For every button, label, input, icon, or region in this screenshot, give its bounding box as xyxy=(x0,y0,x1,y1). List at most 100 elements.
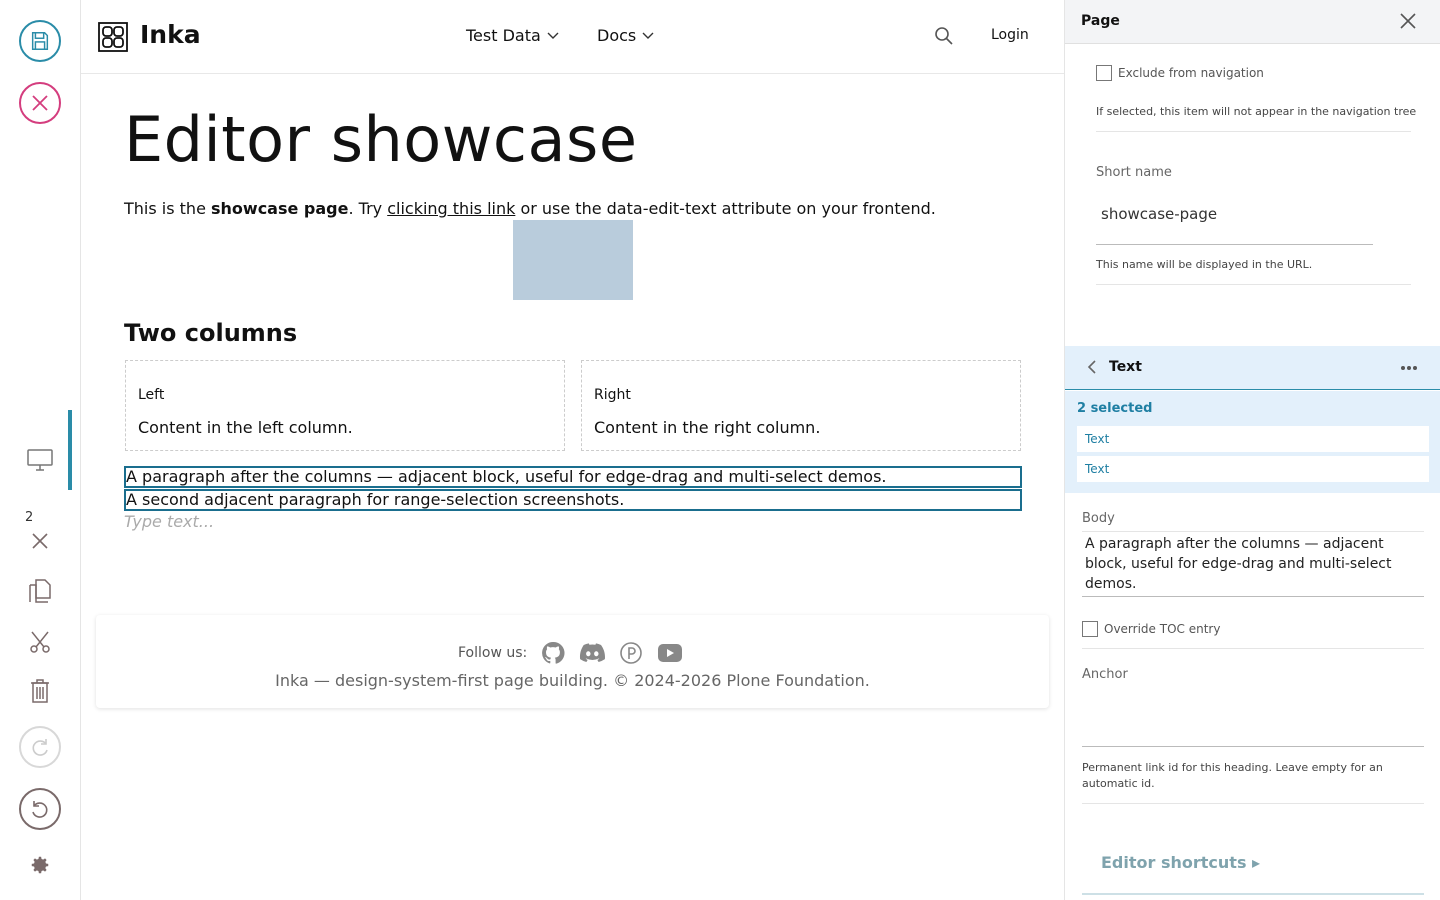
short-name-input[interactable]: showcase-page xyxy=(1101,205,1217,223)
block-header: Text xyxy=(1065,346,1440,390)
youtube-icon[interactable] xyxy=(657,643,683,663)
divider xyxy=(1096,131,1411,132)
close-icon xyxy=(32,533,48,549)
page-title[interactable]: Editor showcase xyxy=(124,103,637,176)
cut-button[interactable] xyxy=(24,626,56,658)
anchor-input[interactable] xyxy=(1082,746,1424,747)
divider xyxy=(1082,893,1424,895)
empty-text-block[interactable]: Type text... xyxy=(124,512,214,531)
image-placeholder[interactable] xyxy=(513,220,633,300)
editor-shortcuts-toggle[interactable]: Editor shortcuts ▸ xyxy=(1101,853,1260,872)
settings-button[interactable] xyxy=(24,849,56,881)
copy-button[interactable] xyxy=(24,575,56,607)
copy-icon xyxy=(29,579,51,603)
override-toc-checkbox[interactable] xyxy=(1082,621,1098,637)
preview-button[interactable] xyxy=(24,444,56,476)
intro-text: This is the xyxy=(124,199,211,218)
cancel-button[interactable] xyxy=(19,82,61,124)
editor-toolbar: 2 xyxy=(0,0,81,900)
scissors-icon xyxy=(30,631,50,653)
sidebar-title: Page xyxy=(1081,13,1120,29)
body-field[interactable]: A paragraph after the columns — adjacent… xyxy=(1085,534,1425,594)
pinterest-icon[interactable] xyxy=(619,641,643,665)
column-left[interactable]: Left Content in the left column. xyxy=(125,360,565,451)
follow-label: Follow us: xyxy=(458,645,528,661)
override-toc-field[interactable]: Override TOC entry xyxy=(1082,621,1220,637)
search-button[interactable] xyxy=(934,26,954,50)
override-toc-label: Override TOC entry xyxy=(1104,622,1221,636)
divider xyxy=(1082,648,1424,649)
undo-icon xyxy=(32,801,48,818)
divider xyxy=(1082,803,1424,804)
monitor-icon xyxy=(27,449,53,471)
intro-text: . Try xyxy=(348,199,388,218)
close-icon xyxy=(1400,13,1416,29)
nav-label: Docs xyxy=(597,26,637,45)
body-label: Body xyxy=(1082,511,1115,526)
intro-link[interactable]: clicking this link xyxy=(387,199,515,218)
redo-icon xyxy=(32,739,48,756)
intro-bold: showcase page xyxy=(211,199,349,218)
exclude-from-nav-checkbox[interactable] xyxy=(1096,65,1112,81)
search-icon xyxy=(935,27,953,45)
selected-block-item[interactable]: Text xyxy=(1077,426,1429,452)
multi-selection-panel: 2 selected Text Text xyxy=(1065,391,1440,493)
column-text[interactable]: Content in the left column. xyxy=(138,418,353,437)
intro-paragraph[interactable]: This is the showcase page. Try clicking … xyxy=(124,199,936,218)
trash-icon xyxy=(31,679,49,703)
copyright-text: Inka — design-system-first page building… xyxy=(275,671,870,690)
short-name-help-text: This name will be displayed in the URL. xyxy=(1096,258,1313,271)
properties-sidebar: Page Exclude from navigation If selected… xyxy=(1064,0,1440,900)
sidebar-close-button[interactable] xyxy=(1399,12,1417,34)
column-label: Right xyxy=(594,387,631,403)
brand-name[interactable]: Inka xyxy=(140,20,201,49)
selected-paragraph-block[interactable]: A paragraph after the columns — adjacent… xyxy=(124,466,1022,488)
anchor-help-text: Permanent link id for this heading. Leav… xyxy=(1082,761,1383,790)
social-links: Follow us: xyxy=(458,641,683,665)
selected-block-item[interactable]: Text xyxy=(1077,456,1429,482)
save-icon xyxy=(31,32,49,50)
clear-selection-button[interactable] xyxy=(24,525,56,557)
exclude-help-text: If selected, this item will not appear i… xyxy=(1096,105,1417,118)
sidebar-header: Page xyxy=(1065,0,1440,44)
nav-label: Test Data xyxy=(466,26,541,45)
undo-button[interactable] xyxy=(19,788,61,830)
selection-count: 2 xyxy=(25,510,34,525)
block-title: Text xyxy=(1109,359,1142,375)
logo-icon[interactable] xyxy=(98,22,128,56)
divider xyxy=(1082,531,1424,532)
selected-paragraph-block[interactable]: A second adjacent paragraph for range-se… xyxy=(124,489,1022,511)
save-button[interactable] xyxy=(19,20,61,62)
short-name-label: Short name xyxy=(1096,165,1172,180)
column-text[interactable]: Content in the right column. xyxy=(594,418,820,437)
login-link[interactable]: Login xyxy=(991,27,1029,43)
section-heading[interactable]: Two columns xyxy=(124,319,297,347)
intro-text: or use the data-edit-text attribute on y… xyxy=(515,199,936,218)
anchor-label: Anchor xyxy=(1082,667,1128,682)
site-footer: Follow us: Inka — design-system-first pa… xyxy=(96,615,1049,708)
more-options-button[interactable] xyxy=(1399,358,1419,382)
gear-icon xyxy=(31,856,49,874)
short-name-underline xyxy=(1096,244,1373,245)
site-header: Inka Test Data Docs Login xyxy=(81,0,1064,74)
selected-count: 2 selected xyxy=(1077,401,1153,416)
nav-test-data[interactable]: Test Data xyxy=(466,26,559,45)
discord-icon[interactable] xyxy=(579,643,606,663)
delete-button[interactable] xyxy=(24,675,56,707)
column-right[interactable]: Right Content in the right column. xyxy=(581,360,1021,451)
redo-button[interactable] xyxy=(19,726,61,768)
nav-docs[interactable]: Docs xyxy=(597,26,654,45)
exclude-from-nav-field[interactable]: Exclude from navigation xyxy=(1096,65,1264,81)
body-underline xyxy=(1082,596,1424,597)
chevron-left-icon xyxy=(1087,360,1096,374)
github-icon[interactable] xyxy=(541,641,565,665)
more-horizontal-icon xyxy=(1401,366,1417,370)
column-label: Left xyxy=(138,387,165,403)
page-content: Editor showcase This is the showcase pag… xyxy=(81,75,1064,900)
exclude-from-nav-label: Exclude from navigation xyxy=(1118,66,1264,80)
chevron-down-icon xyxy=(642,32,654,39)
back-button[interactable] xyxy=(1087,359,1097,379)
divider xyxy=(1096,284,1411,285)
close-icon xyxy=(32,95,48,111)
chevron-down-icon xyxy=(547,32,559,39)
